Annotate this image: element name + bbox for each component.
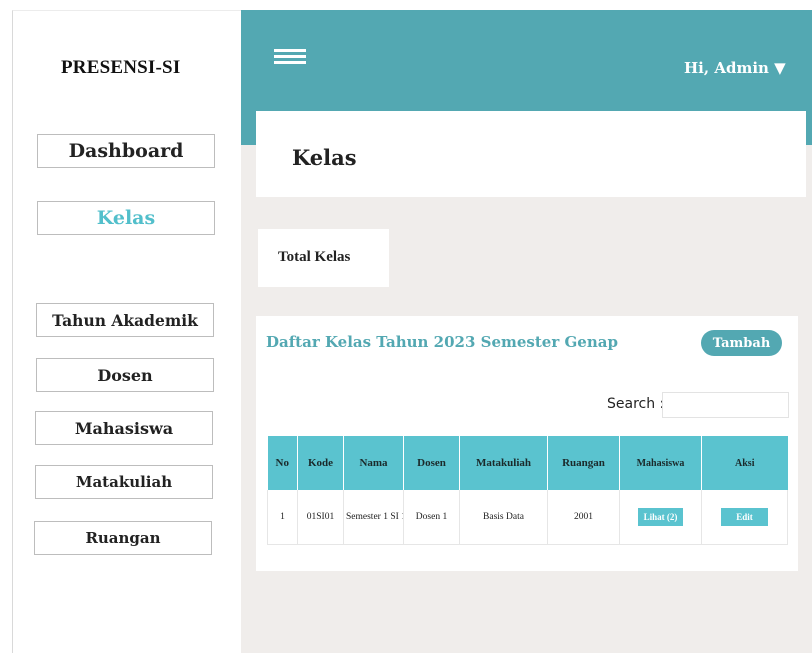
total-kelas-label: Total Kelas (278, 249, 351, 265)
sidebar-item-dashboard[interactable]: Dashboard (37, 134, 215, 168)
column-header-ruangan[interactable]: Ruangan (547, 436, 620, 490)
column-header-matakuliah[interactable]: Matakuliah (459, 436, 548, 490)
column-header-dosen[interactable]: Dosen (403, 436, 460, 490)
edit-button[interactable]: Edit (721, 507, 768, 526)
view-students-button[interactable]: Lihat (2) (637, 507, 684, 526)
sidebar-item-dosen[interactable]: Dosen (36, 358, 214, 392)
column-header-nama[interactable]: Nama (343, 436, 404, 490)
column-header-aksi[interactable]: Aksi (701, 436, 788, 490)
column-header-mahasiswa[interactable]: Mahasiswa (619, 436, 702, 490)
cell-ruangan: 2001 (547, 490, 620, 545)
sidebar-item-ruangan[interactable]: Ruangan (34, 521, 212, 555)
sidebar-item-tahun-akademik[interactable]: Tahun Akademik (36, 303, 214, 337)
sidebar-item-mahasiswa[interactable]: Mahasiswa (35, 411, 213, 445)
sidebar-item-kelas[interactable]: Kelas (37, 201, 215, 235)
brand-logo-text: PRESENSI-SI (61, 57, 181, 78)
page-header-card: Kelas (256, 111, 806, 197)
hamburger-icon[interactable] (274, 49, 306, 65)
cell-nama: Semester 1 SI 1 (343, 490, 404, 545)
panel-title: Daftar Kelas Tahun 2023 Semester Genap (266, 333, 618, 351)
column-header-no[interactable]: No (267, 436, 298, 490)
table-row: 1 01SI01 Semester 1 SI 1 Dosen 1 Basis D… (267, 490, 788, 545)
cell-no: 1 (267, 490, 298, 545)
search-label: Search : (607, 396, 665, 412)
page-title: Kelas (292, 145, 357, 170)
sidebar-item-matakuliah[interactable]: Matakuliah (35, 465, 213, 499)
cell-dosen: Dosen 1 (403, 490, 460, 545)
cell-aksi: Edit (701, 490, 788, 545)
add-button[interactable]: Tambah (701, 330, 782, 356)
table-header-row: No Kode Nama Dosen Matakuliah Ruangan Ma… (267, 436, 788, 490)
class-table: No Kode Nama Dosen Matakuliah Ruangan Ma… (267, 436, 788, 545)
total-kelas-card: Total Kelas (258, 229, 389, 287)
search-input[interactable] (662, 392, 789, 418)
cell-kode: 01SI01 (297, 490, 344, 545)
cell-matakuliah: Basis Data (459, 490, 548, 545)
user-menu[interactable]: Hi, Admin ▼ (684, 59, 786, 77)
cell-mahasiswa: Lihat (2) (619, 490, 702, 545)
class-list-panel: Daftar Kelas Tahun 2023 Semester Genap T… (256, 316, 798, 571)
column-header-kode[interactable]: Kode (297, 436, 344, 490)
